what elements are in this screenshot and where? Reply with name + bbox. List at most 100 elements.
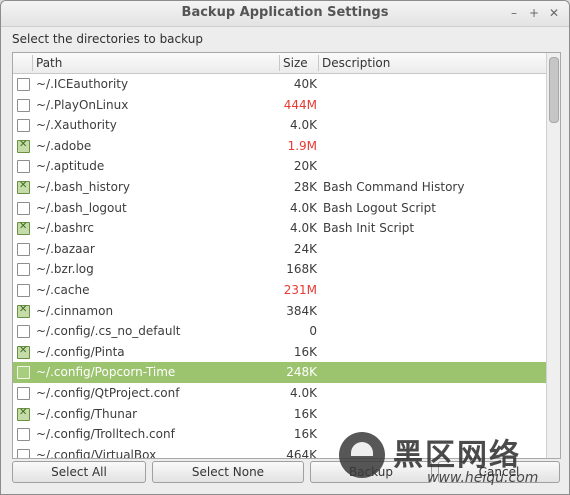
row-checkbox[interactable]: [17, 221, 30, 236]
row-path: ~/.ICEauthority: [36, 77, 129, 91]
row-path: ~/.config/.cs_no_default: [36, 324, 181, 339]
row-size: 28K: [293, 179, 317, 194]
row-description: Bash Logout Script: [323, 200, 436, 215]
maximize-icon[interactable]: +: [526, 5, 542, 21]
directory-list[interactable]: Path Size Description ~/.ICEauthority 40K…: [12, 52, 561, 459]
row-size: 168K: [286, 262, 317, 277]
row-path: ~/.aptitude: [36, 159, 105, 174]
row-size: 0: [309, 324, 317, 339]
row-path: ~/.PlayOnLinux: [36, 97, 129, 112]
row-size: 248K: [286, 365, 317, 380]
table-row[interactable]: ~/.bash_history 28K Bash Command History: [13, 177, 546, 198]
row-checkbox[interactable]: [17, 180, 30, 194]
row-size: 444M: [283, 97, 317, 112]
row-path: ~/.adobe: [36, 138, 92, 153]
row-checkbox[interactable]: [17, 448, 30, 458]
row-checkbox[interactable]: [17, 263, 30, 277]
row-checkbox[interactable]: [17, 119, 30, 133]
row-path: ~/.bzr.log: [36, 262, 94, 277]
table-row[interactable]: ~/.config/Popcorn-Time 248K: [13, 362, 546, 383]
list-rows: ~/.ICEauthority 40K ~/.PlayOnLinux 444M ~/.X…: [13, 74, 546, 459]
row-size: 4.0K: [290, 200, 317, 215]
row-description: Bash Command History: [323, 179, 465, 194]
row-size: 4.0K: [290, 118, 317, 133]
row-path: ~/.bash_history: [36, 179, 131, 194]
row-path: ~/.config/Pinta: [36, 344, 125, 359]
watermark: 黑区网络 www.heiqu.com: [331, 426, 569, 494]
table-row[interactable]: ~/.config/Pinta 16K: [13, 342, 546, 363]
row-size: 4.0K: [290, 221, 317, 236]
column-size[interactable]: Size: [283, 56, 308, 70]
table-row[interactable]: ~/.config/Thunar 16K: [13, 404, 546, 425]
row-size: 231M: [283, 282, 317, 297]
row-checkbox[interactable]: [17, 345, 30, 359]
row-checkbox[interactable]: [17, 325, 30, 339]
row-path: ~/.config/Trolltech.conf: [36, 427, 175, 442]
table-row[interactable]: ~/.bazaar 24K: [13, 239, 546, 260]
row-checkbox[interactable]: [17, 201, 30, 215]
vertical-scrollbar[interactable]: [546, 53, 560, 458]
title-bar[interactable]: Backup Application Settings – + ✕: [1, 1, 569, 27]
list-header: Path Size Description: [13, 53, 546, 74]
row-path: ~/.config/Thunar: [36, 406, 138, 421]
row-checkbox[interactable]: [17, 304, 30, 318]
row-checkbox[interactable]: [17, 98, 30, 112]
row-checkbox[interactable]: [17, 139, 30, 153]
row-path: ~/.config/VirtualBox: [36, 447, 157, 459]
minimize-icon[interactable]: –: [506, 5, 522, 21]
row-checkbox[interactable]: [17, 428, 30, 442]
table-row[interactable]: ~/.ICEauthority 40K: [13, 74, 546, 95]
row-path: ~/.cache: [36, 282, 90, 297]
row-checkbox[interactable]: [17, 366, 30, 380]
row-checkbox[interactable]: [17, 78, 30, 91]
row-checkbox[interactable]: [17, 160, 30, 174]
backup-settings-window: Backup Application Settings – + ✕ Select…: [0, 0, 570, 495]
row-path: ~/.Xauthority: [36, 118, 117, 133]
table-row[interactable]: ~/.bashrc 4.0K Bash Init Script: [13, 218, 546, 239]
row-path: ~/.config/Popcorn-Time: [36, 365, 176, 380]
row-size: 40K: [293, 77, 317, 91]
window-title: Backup Application Settings: [181, 5, 389, 20]
table-row[interactable]: ~/.config/QtProject.conf 4.0K: [13, 383, 546, 404]
row-size: 464K: [286, 447, 317, 459]
watermark-url: www.heiqu.com: [427, 470, 539, 486]
row-checkbox[interactable]: [17, 283, 30, 297]
select-all-button[interactable]: Select All: [12, 461, 146, 483]
table-row[interactable]: ~/.PlayOnLinux 444M: [13, 95, 546, 116]
row-size: 16K: [293, 344, 317, 359]
row-size: 16K: [293, 427, 317, 442]
select-none-button[interactable]: Select None: [152, 461, 304, 483]
watermark-text: 黑区网络: [393, 438, 521, 473]
watermark-logo-icon: [339, 432, 385, 478]
row-path: ~/.bashrc: [36, 221, 95, 236]
row-size: 16K: [293, 406, 317, 421]
table-row[interactable]: ~/.Xauthority 4.0K: [13, 115, 546, 136]
row-path: ~/.bash_logout: [36, 200, 127, 215]
row-size: 1.9M: [287, 138, 317, 153]
table-row[interactable]: ~/.bash_logout 4.0K Bash Logout Script: [13, 198, 546, 219]
row-description: Bash Init Script: [323, 221, 415, 236]
close-icon[interactable]: ✕: [546, 5, 562, 21]
row-checkbox[interactable]: [17, 407, 30, 421]
column-description[interactable]: Description: [322, 56, 390, 70]
header-separator: [32, 55, 33, 71]
header-separator: [318, 55, 319, 71]
table-row[interactable]: ~/.aptitude 20K: [13, 156, 546, 177]
scrollbar-thumb[interactable]: [549, 57, 559, 123]
row-size: 384K: [286, 303, 317, 318]
row-size: 4.0K: [290, 385, 317, 400]
table-row[interactable]: ~/.config/.cs_no_default 0: [13, 321, 546, 342]
row-size: 24K: [293, 241, 317, 256]
table-row[interactable]: ~/.cinnamon 384K: [13, 301, 546, 322]
row-size: 20K: [293, 159, 317, 174]
row-path: ~/.cinnamon: [36, 303, 114, 318]
row-checkbox[interactable]: [17, 242, 30, 256]
header-separator: [279, 55, 280, 71]
directories-heading: Select the directories to backup: [12, 32, 203, 46]
row-checkbox[interactable]: [17, 386, 30, 400]
table-row[interactable]: ~/.bzr.log 168K: [13, 259, 546, 280]
table-row[interactable]: ~/.cache 231M: [13, 280, 546, 301]
row-path: ~/.bazaar: [36, 241, 95, 256]
column-path[interactable]: Path: [36, 56, 62, 70]
table-row[interactable]: ~/.adobe 1.9M: [13, 136, 546, 157]
